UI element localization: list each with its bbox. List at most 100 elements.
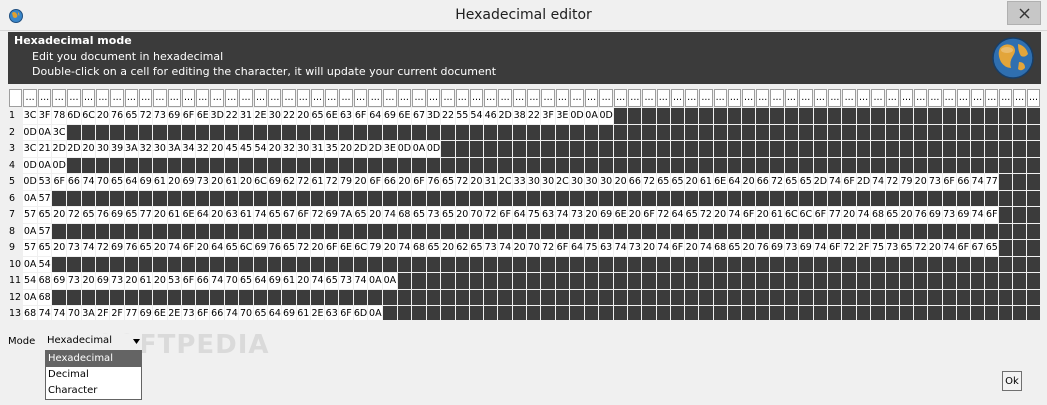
- empty-cell[interactable]: [970, 256, 985, 272]
- hex-cell[interactable]: 0A: [23, 190, 37, 206]
- empty-cell[interactable]: [899, 141, 914, 157]
- empty-cell[interactable]: [828, 108, 842, 124]
- hex-cell[interactable]: 65: [412, 207, 426, 223]
- hex-cell[interactable]: 6F: [670, 240, 685, 256]
- hex-cell[interactable]: 31: [239, 108, 253, 124]
- hex-cell[interactable]: 72: [842, 240, 856, 256]
- hex-cell[interactable]: 20: [310, 240, 325, 256]
- empty-cell[interactable]: [441, 157, 455, 173]
- column-header[interactable]: ...: [353, 89, 368, 107]
- empty-cell[interactable]: [225, 157, 239, 173]
- empty-cell[interactable]: [325, 190, 339, 206]
- empty-cell[interactable]: [828, 157, 842, 173]
- empty-cell[interactable]: [1013, 174, 1026, 190]
- empty-cell[interactable]: [368, 157, 383, 173]
- empty-cell[interactable]: [813, 256, 828, 272]
- column-header[interactable]: ...: [426, 89, 441, 107]
- empty-cell[interactable]: [685, 141, 699, 157]
- empty-cell[interactable]: [584, 157, 599, 173]
- empty-cell[interactable]: [124, 124, 139, 140]
- hex-cell[interactable]: 73: [942, 207, 956, 223]
- hex-cell[interactable]: 6F: [956, 240, 970, 256]
- empty-cell[interactable]: [310, 190, 325, 206]
- empty-cell[interactable]: [426, 306, 441, 320]
- empty-cell[interactable]: [685, 190, 699, 206]
- hex-cell[interactable]: 67: [970, 240, 985, 256]
- empty-cell[interactable]: [856, 190, 871, 206]
- empty-cell[interactable]: [885, 124, 899, 140]
- column-header[interactable]: ...: [310, 89, 325, 107]
- empty-cell[interactable]: [670, 190, 685, 206]
- hex-cell[interactable]: 65: [310, 108, 325, 124]
- empty-cell[interactable]: [799, 108, 813, 124]
- hex-cell[interactable]: 6E: [325, 108, 339, 124]
- empty-cell[interactable]: [397, 124, 412, 140]
- empty-cell[interactable]: [970, 157, 985, 173]
- empty-cell[interactable]: [770, 273, 784, 289]
- hex-cell[interactable]: 76: [268, 240, 282, 256]
- close-button[interactable]: [1007, 1, 1041, 25]
- hex-cell[interactable]: 20: [210, 207, 225, 223]
- empty-cell[interactable]: [727, 289, 741, 305]
- empty-cell[interactable]: [713, 157, 727, 173]
- hex-cell[interactable]: 74: [828, 174, 842, 190]
- hex-cell[interactable]: 20: [124, 273, 139, 289]
- empty-cell[interactable]: [914, 141, 928, 157]
- hex-cell[interactable]: 6F: [181, 273, 196, 289]
- hex-cell[interactable]: 75: [527, 207, 541, 223]
- empty-cell[interactable]: [426, 190, 441, 206]
- empty-cell[interactable]: [153, 289, 167, 305]
- empty-cell[interactable]: [527, 124, 541, 140]
- hex-cell[interactable]: 20: [96, 108, 110, 124]
- hex-cell[interactable]: 65: [37, 240, 52, 256]
- hex-cell[interactable]: 0A: [37, 124, 52, 140]
- empty-cell[interactable]: [52, 289, 67, 305]
- empty-cell[interactable]: [225, 289, 239, 305]
- empty-cell[interactable]: [383, 256, 397, 272]
- empty-cell[interactable]: [484, 223, 498, 239]
- hex-cell[interactable]: 74: [813, 240, 828, 256]
- empty-cell[interactable]: [656, 124, 670, 140]
- hex-cell[interactable]: 20: [353, 174, 368, 190]
- empty-cell[interactable]: [441, 273, 455, 289]
- empty-cell[interactable]: [727, 190, 741, 206]
- empty-cell[interactable]: [296, 289, 310, 305]
- empty-cell[interactable]: [699, 289, 713, 305]
- column-header[interactable]: ...: [282, 89, 296, 107]
- empty-cell[interactable]: [770, 223, 784, 239]
- hex-cell[interactable]: 69: [110, 207, 124, 223]
- hex-cell[interactable]: 20: [642, 240, 656, 256]
- column-header[interactable]: ...: [842, 89, 856, 107]
- hex-cell[interactable]: 22: [527, 108, 541, 124]
- empty-cell[interactable]: [1026, 124, 1040, 140]
- hex-cell[interactable]: 6C: [784, 207, 799, 223]
- empty-cell[interactable]: [268, 223, 282, 239]
- hex-cell[interactable]: 30: [570, 174, 584, 190]
- empty-cell[interactable]: [455, 141, 469, 157]
- hex-cell[interactable]: 70: [469, 207, 484, 223]
- hex-cell[interactable]: 20: [296, 108, 310, 124]
- hex-cell[interactable]: 0A: [23, 223, 37, 239]
- hex-cell[interactable]: 65: [225, 240, 239, 256]
- empty-cell[interactable]: [799, 124, 813, 140]
- hex-cell[interactable]: 64: [570, 240, 584, 256]
- empty-cell[interactable]: [253, 289, 268, 305]
- empty-cell[interactable]: [412, 157, 426, 173]
- column-header[interactable]: ...: [153, 89, 167, 107]
- empty-cell[interactable]: [239, 223, 253, 239]
- hex-cell[interactable]: 2D: [813, 174, 828, 190]
- hex-cell[interactable]: 74: [614, 240, 628, 256]
- empty-cell[interactable]: [325, 256, 339, 272]
- hex-cell[interactable]: 54: [253, 141, 268, 157]
- hex-cell[interactable]: 2F: [96, 306, 110, 320]
- empty-cell[interactable]: [541, 124, 555, 140]
- empty-cell[interactable]: [842, 273, 856, 289]
- hex-cell[interactable]: 72: [139, 108, 153, 124]
- hex-cell[interactable]: 74: [353, 273, 368, 289]
- empty-cell[interactable]: [928, 256, 942, 272]
- empty-cell[interactable]: [412, 273, 426, 289]
- empty-cell[interactable]: [469, 256, 484, 272]
- hex-cell[interactable]: 75: [584, 240, 599, 256]
- empty-cell[interactable]: [970, 190, 985, 206]
- hex-cell[interactable]: 65: [239, 273, 253, 289]
